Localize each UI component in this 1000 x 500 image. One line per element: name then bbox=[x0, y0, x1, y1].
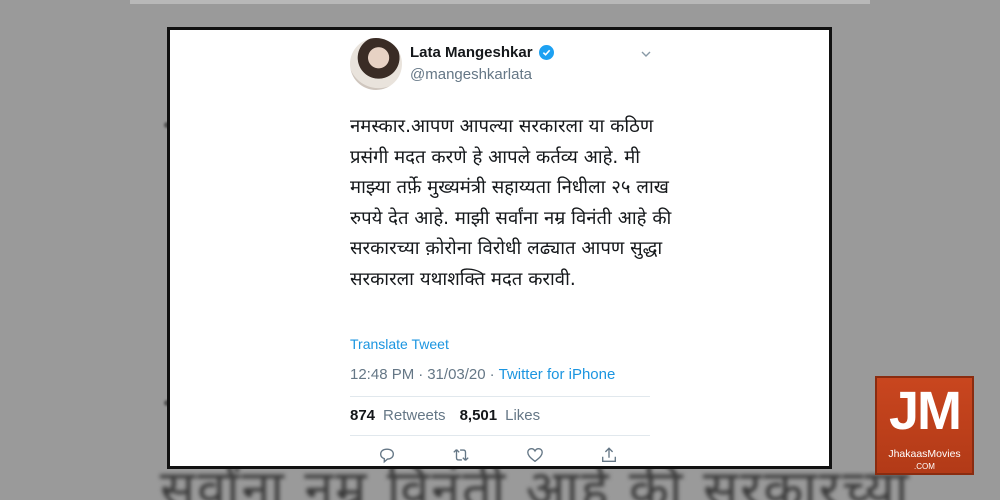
translate-tweet-link[interactable]: Translate Tweet bbox=[350, 336, 449, 352]
background-bar bbox=[130, 0, 870, 4]
watermark-domain: .COM bbox=[914, 462, 935, 471]
retweets-label[interactable]: Retweets bbox=[383, 407, 446, 424]
meta-separator: · bbox=[489, 366, 495, 383]
reply-icon[interactable] bbox=[378, 446, 396, 464]
tweet-card: Lata Mangeshkar @mangeshkarlata नमस्कार.… bbox=[167, 27, 832, 469]
tweet-time[interactable]: 12:48 PM bbox=[350, 366, 414, 383]
tweet-source-link[interactable]: Twitter for iPhone bbox=[499, 366, 616, 383]
avatar[interactable] bbox=[350, 38, 402, 90]
tweet-actions bbox=[378, 446, 618, 464]
jhakaasmovies-watermark-logo: JM JhakaasMovies .COM bbox=[875, 376, 974, 475]
tweet-meta: 12:48 PM · 31/03/20 · Twitter for iPhone bbox=[350, 366, 615, 383]
author-handle[interactable]: @mangeshkarlata bbox=[410, 66, 532, 83]
like-icon[interactable] bbox=[526, 446, 544, 464]
divider bbox=[350, 435, 650, 436]
divider bbox=[350, 396, 650, 397]
watermark-mark: JM bbox=[888, 381, 962, 441]
verified-badge-icon bbox=[538, 45, 554, 60]
watermark-name: JhakaasMovies bbox=[888, 448, 961, 460]
tweet-date[interactable]: 31/03/20 bbox=[427, 366, 485, 383]
chevron-down-icon[interactable] bbox=[640, 48, 652, 60]
retweet-icon[interactable] bbox=[452, 446, 470, 464]
retweets-count[interactable]: 874 bbox=[350, 407, 375, 424]
share-icon[interactable] bbox=[600, 446, 618, 464]
author-name-row: Lata Mangeshkar bbox=[410, 44, 554, 61]
likes-count[interactable]: 8,501 bbox=[460, 407, 498, 424]
tweet-stats: 874 Retweets 8,501 Likes bbox=[350, 407, 546, 424]
tweet-text: नमस्कार.आपण आपल्या सरकारला या कठिण प्रसं… bbox=[350, 116, 672, 290]
likes-label[interactable]: Likes bbox=[505, 407, 540, 424]
meta-separator: · bbox=[418, 366, 424, 383]
author-display-name[interactable]: Lata Mangeshkar bbox=[410, 44, 533, 61]
